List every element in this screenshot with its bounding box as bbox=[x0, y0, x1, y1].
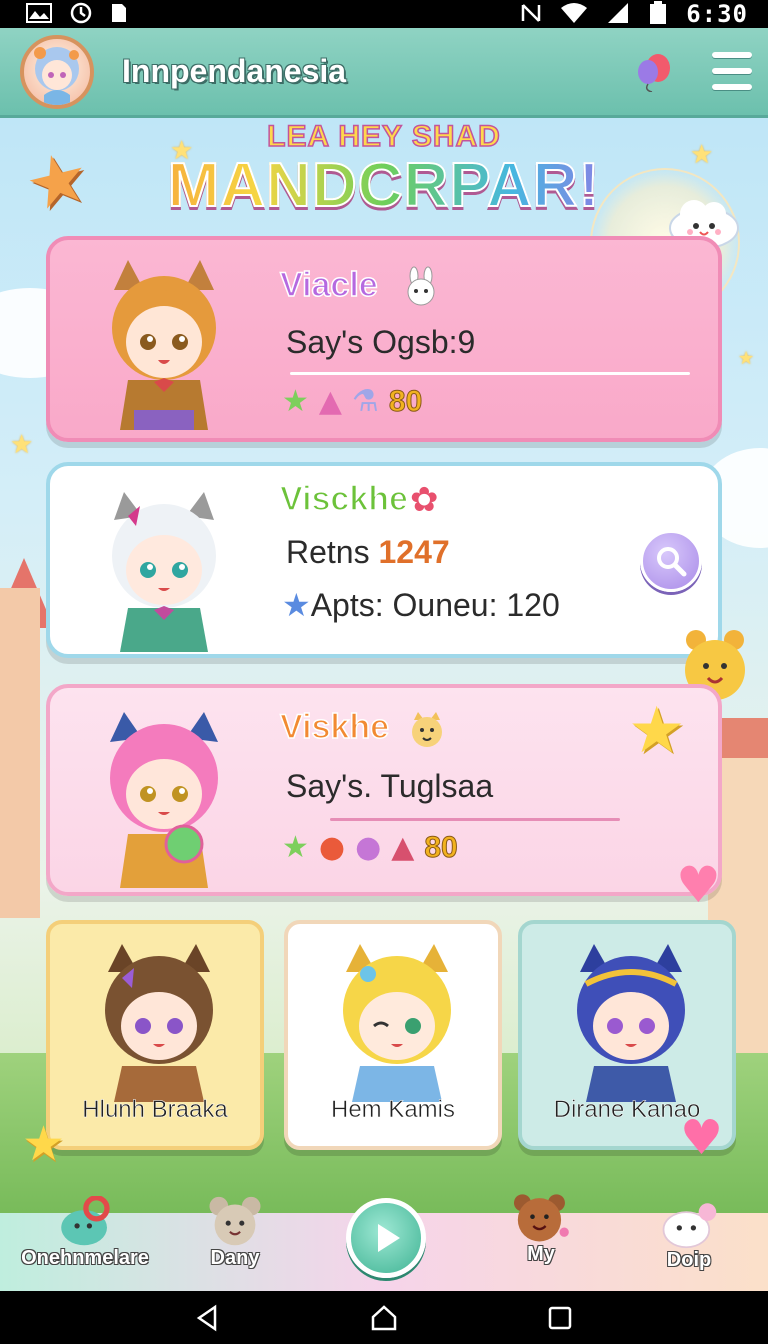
stat-value: 1247 bbox=[378, 534, 450, 570]
item-count: 80 bbox=[424, 830, 458, 864]
balloon-icon[interactable] bbox=[634, 52, 674, 93]
search-button[interactable] bbox=[640, 530, 702, 592]
item-row: ★ ● ● ▲ 80 bbox=[282, 830, 458, 865]
star-decoration-icon: ★ bbox=[628, 694, 686, 768]
home-icon[interactable] bbox=[369, 1303, 399, 1333]
clock: 6:30 bbox=[686, 0, 748, 28]
app-title: Innpendanesia bbox=[122, 53, 347, 89]
battery-icon bbox=[648, 0, 668, 28]
back-icon[interactable] bbox=[193, 1303, 223, 1333]
nav-item-doip[interactable]: Doip bbox=[644, 1198, 734, 1276]
nav-item-dany[interactable]: Dany bbox=[190, 1196, 280, 1274]
star-icon: ★ bbox=[282, 830, 309, 865]
nav-item-home[interactable]: Onehnmelare bbox=[20, 1196, 150, 1274]
tile-character-name: Hlunh Braaka bbox=[82, 1096, 228, 1124]
ghost-icon bbox=[662, 1203, 717, 1249]
heart-icon: ♥ bbox=[676, 856, 721, 914]
dino-icon bbox=[61, 1196, 110, 1246]
recents-icon[interactable] bbox=[545, 1303, 575, 1333]
nav-label: Doip bbox=[666, 1249, 712, 1271]
status-bar: 6:30 bbox=[0, 0, 768, 28]
signal-icon bbox=[606, 2, 630, 27]
potion-icon: ⚗ bbox=[351, 384, 379, 419]
hamburger-menu-icon[interactable] bbox=[712, 52, 752, 90]
character-quote: Say's Ogsb:9 bbox=[286, 324, 476, 360]
stat-line: Retns 1247 bbox=[286, 534, 450, 571]
character-name: Viskhe bbox=[279, 707, 390, 747]
nav-label: My bbox=[527, 1243, 555, 1265]
heart-icon: ♥ bbox=[680, 1110, 724, 1166]
character-portrait bbox=[542, 932, 720, 1102]
sync-icon bbox=[70, 2, 92, 27]
character-portrait bbox=[84, 698, 244, 888]
bunny-icon bbox=[402, 266, 440, 310]
mouse-icon bbox=[209, 1196, 261, 1246]
character-tile[interactable]: Hlunh Braaka bbox=[46, 920, 264, 1150]
play-icon bbox=[378, 1224, 400, 1252]
character-card[interactable]: Visckhe ✿ Retns 1247 ★Apts: Ouneu: 120 bbox=[46, 462, 722, 658]
cat-face-icon bbox=[408, 710, 446, 754]
character-portrait bbox=[84, 476, 244, 652]
star-icon: ★ bbox=[282, 587, 311, 623]
nav-item-my[interactable]: My bbox=[496, 1192, 586, 1270]
berry-icon: ● bbox=[355, 830, 382, 865]
character-name: Viacle bbox=[279, 265, 378, 305]
character-card[interactable]: Viacle Say's Ogsb:9 ★ ▲ ⚗ 80 bbox=[46, 236, 722, 442]
character-tile[interactable]: Hem Kamis bbox=[284, 920, 502, 1150]
nfc-icon bbox=[520, 2, 542, 27]
gallery-icon bbox=[26, 2, 52, 26]
bear-icon bbox=[513, 1194, 569, 1242]
character-name: Visckhe bbox=[279, 479, 408, 519]
character-card[interactable]: Viskhe Say's. Tuglsaa ★ ● ● ▲ 80 bbox=[46, 684, 722, 896]
system-nav-bar bbox=[0, 1291, 768, 1344]
character-portrait bbox=[84, 250, 244, 430]
player-avatar[interactable] bbox=[20, 34, 94, 109]
stat-line: ★Apts: Ouneu: 120 bbox=[282, 586, 560, 624]
sim-icon bbox=[110, 2, 128, 27]
fruit-icon: ▲ bbox=[318, 384, 342, 419]
stat-text: Apts: Ouneu: 120 bbox=[310, 587, 560, 623]
magnifier-icon bbox=[657, 547, 687, 577]
stat-label: Retns bbox=[286, 534, 370, 570]
star-decoration-icon: ★ bbox=[22, 1116, 66, 1172]
apple-icon: ● bbox=[318, 830, 346, 865]
item-count: 80 bbox=[388, 384, 423, 418]
character-portrait bbox=[70, 932, 248, 1102]
potion-icon: ▲ bbox=[391, 830, 415, 865]
item-row: ★ ▲ ⚗ 80 bbox=[282, 384, 423, 419]
character-quote: Say's. Tuglsaa bbox=[286, 768, 494, 804]
nav-label: Dany bbox=[210, 1247, 260, 1269]
character-portrait bbox=[308, 932, 486, 1102]
play-button[interactable] bbox=[346, 1198, 426, 1278]
flower-icon: ✿ bbox=[410, 480, 439, 520]
tile-character-name: Hem Kamis bbox=[330, 1096, 456, 1124]
wifi-icon bbox=[560, 2, 588, 27]
banner-title: MANDCRPAR! bbox=[0, 150, 768, 221]
star-icon: ★ bbox=[282, 384, 309, 419]
nav-label: Onehnmelare bbox=[21, 1247, 149, 1269]
banner-subtitle: LEA HEY SHAD bbox=[266, 119, 501, 154]
